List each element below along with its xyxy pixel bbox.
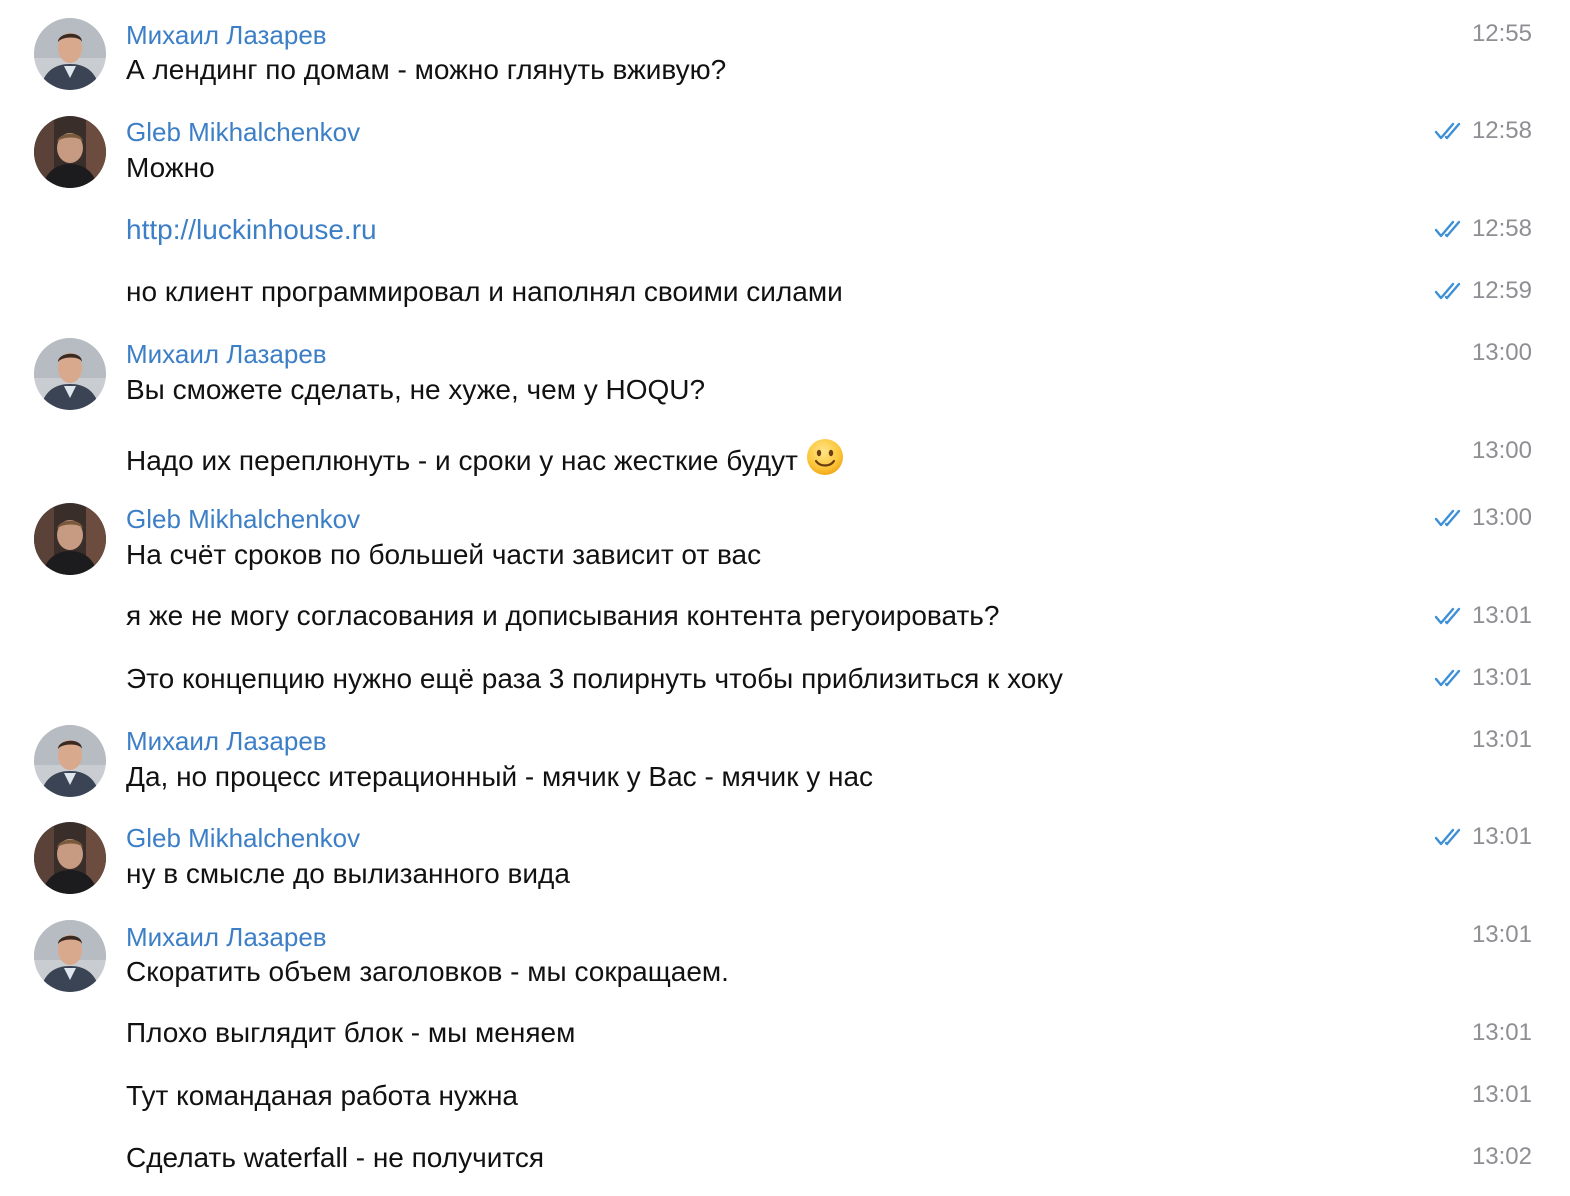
message-text: На счёт сроков по большей части зависит … xyxy=(126,539,762,570)
message-time: 13:01 xyxy=(1471,1081,1532,1108)
message-meta: 12:58 xyxy=(1434,115,1532,147)
message-time: 13:01 xyxy=(1471,921,1532,948)
mikhail-avatar[interactable] xyxy=(34,18,106,90)
gleb-avatar[interactable] xyxy=(34,116,106,188)
message-meta: 13:01 xyxy=(1472,1017,1532,1049)
message-text: Можно xyxy=(126,152,215,183)
message-time: 13:01 xyxy=(1471,1019,1532,1046)
double-check-icon xyxy=(1434,826,1464,848)
sender-name[interactable]: Gleb Mikhalchenkov xyxy=(126,116,360,148)
sender-name[interactable]: Gleb Mikhalchenkov xyxy=(126,822,360,854)
message-text: Скоратить объем заголовков - мы сокращае… xyxy=(126,956,729,987)
message-meta: 13:00 xyxy=(1472,435,1532,467)
message-time: 13:02 xyxy=(1471,1143,1532,1170)
double-check-icon xyxy=(1434,507,1464,529)
message-text: А лендинг по домам - можно глянуть вживу… xyxy=(126,54,727,85)
chat-history: Михаил Лазарев А лендинг по домам - можн… xyxy=(0,0,1570,1196)
message-text-content: Надо их переплюнуть - и сроки у нас жест… xyxy=(126,445,798,476)
message-meta: 13:01 xyxy=(1434,600,1532,632)
message-time: 13:00 xyxy=(1471,504,1532,531)
message-meta: 12:58 xyxy=(1434,213,1532,245)
message-time: 13:01 xyxy=(1471,664,1532,691)
gleb-avatar[interactable] xyxy=(34,822,106,894)
mikhail-avatar[interactable] xyxy=(34,920,106,992)
message-time: 12:58 xyxy=(1471,215,1532,242)
sender-name[interactable]: Михаил Лазарев xyxy=(126,19,327,51)
message-text: Надо их переплюнуть - и сроки у нас жест… xyxy=(126,438,844,479)
double-check-icon xyxy=(1434,280,1464,302)
message-link[interactable]: http://luckinhouse.ru xyxy=(126,212,377,248)
sender-name[interactable]: Михаил Лазарев xyxy=(126,725,327,757)
message-meta: 13:01 xyxy=(1472,919,1532,951)
sender-name[interactable]: Gleb Mikhalchenkov xyxy=(126,503,360,535)
message-meta: 13:02 xyxy=(1472,1141,1532,1173)
slightly-smiling-face-icon xyxy=(806,438,844,476)
double-check-icon xyxy=(1434,218,1464,240)
double-check-icon xyxy=(1434,605,1464,627)
message-time: 13:00 xyxy=(1471,437,1532,464)
double-check-icon xyxy=(1434,120,1464,142)
double-check-icon xyxy=(1434,667,1464,689)
message-meta: 13:01 xyxy=(1472,724,1532,756)
message-text: Вы сможете сделать, не хуже, чем у HOQU? xyxy=(126,374,706,405)
mikhail-avatar[interactable] xyxy=(34,725,106,797)
message-meta: 13:01 xyxy=(1434,821,1532,853)
gleb-avatar[interactable] xyxy=(34,503,106,575)
message-time: 12:58 xyxy=(1471,117,1532,144)
message-text: Да, но процесс итерационный - мячик у Ва… xyxy=(126,761,874,792)
message-text: Плохо выглядит блок - мы меняем xyxy=(126,1017,576,1048)
message-text: Сделать waterfall - не получится xyxy=(126,1142,545,1173)
message-text: но клиент программировал и наполнял свои… xyxy=(126,276,843,307)
message-time: 13:01 xyxy=(1471,602,1532,629)
message-text: Тут команданая работа нужна xyxy=(126,1080,518,1111)
message-text: Это концепцию нужно ещё раза 3 полирнуть… xyxy=(126,663,1063,694)
message-time: 12:55 xyxy=(1471,20,1532,47)
message-time: 13:01 xyxy=(1471,726,1532,753)
message-meta: 13:01 xyxy=(1434,662,1532,694)
sender-name[interactable]: Михаил Лазарев xyxy=(126,921,327,953)
sender-name[interactable]: Михаил Лазарев xyxy=(126,338,327,370)
message-meta: 13:01 xyxy=(1472,1079,1532,1111)
mikhail-avatar[interactable] xyxy=(34,338,106,410)
message-time: 12:59 xyxy=(1471,277,1532,304)
message-meta: 12:55 xyxy=(1472,18,1532,50)
message-meta: 13:00 xyxy=(1472,337,1532,369)
message-time: 13:01 xyxy=(1471,823,1532,850)
message-text: ну в смысле до вылизанного вида xyxy=(126,858,570,889)
message-meta: 13:00 xyxy=(1434,502,1532,534)
message-meta: 12:59 xyxy=(1434,275,1532,307)
message-time: 13:00 xyxy=(1471,339,1532,366)
message-text: я же не могу согласования и дописывания … xyxy=(126,600,1000,631)
